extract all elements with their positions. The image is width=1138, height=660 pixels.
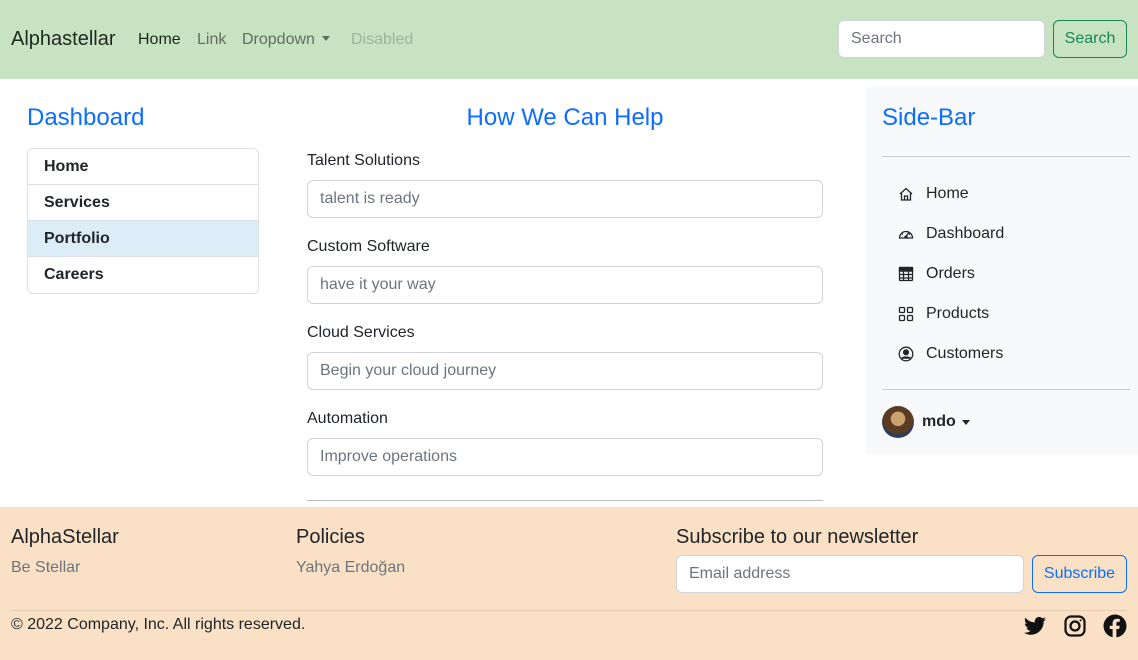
sidebar-item-label: Customers xyxy=(926,345,1004,362)
caret-down-icon xyxy=(961,419,970,425)
sidebar-item-label: Orders xyxy=(926,265,975,282)
email-input[interactable] xyxy=(676,555,1024,593)
sidebar-item-customers[interactable]: Customers xyxy=(898,342,1003,366)
sidebar-item-label: Dashboard xyxy=(926,225,1005,242)
talent-label: Talent Solutions xyxy=(307,152,420,169)
sidebar-item-home[interactable]: Home xyxy=(898,182,969,206)
footer: AlphaStellar Be Stellar Policies Yahya E… xyxy=(0,507,1138,660)
person-circle-icon xyxy=(898,346,914,362)
sidebar-divider xyxy=(882,389,1130,390)
nav-dropdown[interactable]: Dropdown xyxy=(242,31,330,49)
facebook-icon[interactable] xyxy=(1103,614,1127,638)
sidebar-divider xyxy=(882,156,1130,157)
grid-icon xyxy=(898,306,914,322)
dashboard-item-home[interactable]: Home xyxy=(28,149,258,185)
top-navbar: Alphastellar Home Link Dropdown Disabled… xyxy=(0,0,1138,79)
sidebar-item-label: Products xyxy=(926,305,990,322)
house-icon xyxy=(898,186,914,202)
talent-input[interactable] xyxy=(307,180,823,218)
nav-link-disabled: Disabled xyxy=(351,31,414,48)
subscribe-button[interactable]: Subscribe xyxy=(1032,555,1127,593)
automation-label: Automation xyxy=(307,410,388,427)
user-profile-dropdown[interactable]: mdo xyxy=(882,406,970,438)
footer-divider xyxy=(11,610,1127,611)
sidebar-item-products[interactable]: Products xyxy=(898,302,989,326)
instagram-icon[interactable] xyxy=(1063,614,1087,638)
divider xyxy=(307,500,823,501)
footer-col2-text[interactable]: Yahya Erdoğan xyxy=(296,559,405,577)
dashboard-item-services[interactable]: Services xyxy=(28,185,258,221)
cloud-label: Cloud Services xyxy=(307,324,415,341)
cloud-input[interactable] xyxy=(307,352,823,390)
newsletter-heading: Subscribe to our newsletter xyxy=(676,526,919,548)
dashboard-list: Home Services Portfolio Careers xyxy=(27,148,259,294)
search-button[interactable]: Search xyxy=(1053,20,1127,58)
sidebar: Side-Bar Home Dashboard Orders Products … xyxy=(866,87,1138,454)
sidebar-item-orders[interactable]: Orders xyxy=(898,262,975,286)
footer-col2-heading: Policies xyxy=(296,526,365,548)
copyright: © 2022 Company, Inc. All rights reserved… xyxy=(11,616,306,633)
dashboard-title: Dashboard xyxy=(27,104,145,131)
automation-input[interactable] xyxy=(307,438,823,476)
dashboard-item-careers[interactable]: Careers xyxy=(28,257,258,293)
caret-down-icon xyxy=(321,36,330,41)
nav-link-link[interactable]: Link xyxy=(197,31,226,49)
search-input[interactable] xyxy=(838,20,1045,58)
dashboard-item-portfolio[interactable]: Portfolio xyxy=(28,221,258,257)
avatar xyxy=(882,406,914,438)
footer-col1-text: Be Stellar xyxy=(11,559,81,576)
footer-col1-heading: AlphaStellar xyxy=(11,526,119,548)
sidebar-item-dashboard[interactable]: Dashboard xyxy=(898,222,1004,246)
speedometer-icon xyxy=(898,226,914,242)
nav-link-home[interactable]: Home xyxy=(138,31,181,49)
software-input[interactable] xyxy=(307,266,823,304)
sidebar-item-label: Home xyxy=(926,185,969,202)
sidebar-title: Side-Bar xyxy=(882,104,976,131)
twitter-icon[interactable] xyxy=(1023,614,1047,638)
software-label: Custom Software xyxy=(307,238,430,255)
table-icon xyxy=(898,266,914,282)
help-title: How We Can Help xyxy=(466,104,664,131)
nav-dropdown-label: Dropdown xyxy=(242,31,315,48)
username: mdo xyxy=(922,413,956,430)
navbar-brand[interactable]: Alphastellar xyxy=(11,28,116,51)
